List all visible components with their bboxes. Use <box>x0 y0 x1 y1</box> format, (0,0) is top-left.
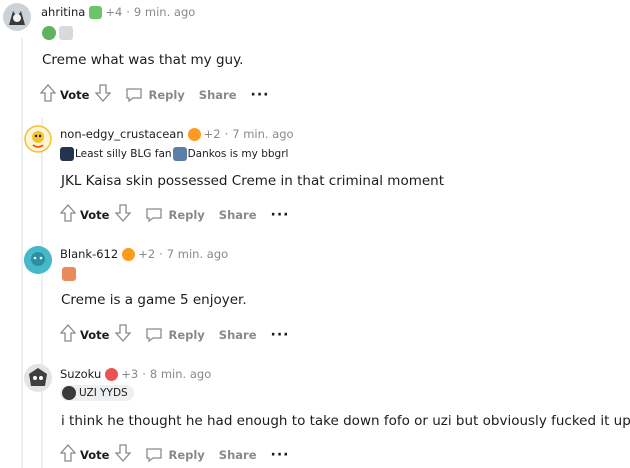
separator: · <box>142 367 146 381</box>
upvote-icon[interactable] <box>39 84 57 105</box>
share-button[interactable]: Share <box>219 328 257 342</box>
comment-body: Creme what was that my guy. <box>42 52 244 68</box>
flair-pill: UZI YYDS <box>60 385 134 401</box>
upvote-icon[interactable] <box>59 324 77 345</box>
share-button[interactable]: Share <box>219 208 257 222</box>
reply-button[interactable]: Reply <box>145 207 205 223</box>
reply-label: Reply <box>148 87 185 102</box>
reply-label: Reply <box>168 327 205 342</box>
author-name[interactable]: ahritina <box>41 5 85 19</box>
comment-body: Creme is a game 5 enjoyer. <box>61 292 247 308</box>
more-options-button[interactable]: ··· <box>271 327 290 343</box>
comment-actions: Vote Reply Share ··· <box>39 84 270 105</box>
flair-cat-icon <box>59 26 73 40</box>
score: +2 <box>203 127 221 141</box>
avatar[interactable] <box>3 3 31 31</box>
avatar[interactable] <box>24 246 52 274</box>
award-icon <box>89 5 103 19</box>
author-name[interactable]: Blank-612 <box>60 247 118 261</box>
user-flair <box>42 26 74 40</box>
author-name[interactable]: non-edgy_crustacean <box>60 127 184 141</box>
more-options-button[interactable]: ··· <box>271 207 290 223</box>
comment-header: Blank-612 +2 · 7 min. ago <box>60 247 228 261</box>
award-icon <box>122 247 136 261</box>
downvote-icon[interactable] <box>115 444 132 465</box>
comment-1: ahritina +4 · 9 min. ago Creme what was … <box>0 0 630 118</box>
share-button[interactable]: Share <box>199 88 237 102</box>
timestamp[interactable]: 7 min. ago <box>232 127 293 141</box>
award-icon <box>105 367 119 381</box>
avatar[interactable] <box>24 125 52 153</box>
flair-emoji-icon <box>42 26 56 40</box>
comment-actions: Vote Reply Share ··· <box>59 444 290 465</box>
vote-count: Vote <box>80 447 110 462</box>
more-options-button[interactable]: ··· <box>251 87 270 103</box>
comment-4: Suzoku +3 · 8 min. ago UZI YYDS i think … <box>0 358 630 468</box>
reply-icon <box>146 327 163 342</box>
more-options-button[interactable]: ··· <box>271 447 290 463</box>
vote-count: Vote <box>60 87 90 102</box>
score: +4 <box>105 5 123 19</box>
flair-text-1: Least silly BLG fan <box>75 148 172 160</box>
reply-button[interactable]: Reply <box>125 87 185 103</box>
timestamp[interactable]: 8 min. ago <box>150 367 211 381</box>
downvote-icon[interactable] <box>115 324 132 345</box>
reply-label: Reply <box>168 207 205 222</box>
flair-text-2: Dankos is my bbgrl <box>187 148 289 160</box>
flair-emoji-icon <box>62 267 76 281</box>
comment-3: Blank-612 +2 · 7 min. ago Creme is a gam… <box>0 238 630 358</box>
upvote-icon[interactable] <box>59 204 77 225</box>
author-name[interactable]: Suzoku <box>60 367 101 381</box>
reply-button[interactable]: Reply <box>145 447 205 463</box>
reply-icon <box>126 87 143 102</box>
avatar[interactable] <box>24 364 52 392</box>
upvote-icon[interactable] <box>59 444 77 465</box>
comment-header: Suzoku +3 · 8 min. ago <box>60 367 211 381</box>
vote-count: Vote <box>80 207 110 222</box>
separator: · <box>159 247 163 261</box>
flair-text: UZI YYDS <box>79 387 128 399</box>
vote-count: Vote <box>80 327 110 342</box>
downvote-icon[interactable] <box>115 204 132 225</box>
comment-body: i think he thought he had enough to take… <box>61 413 630 429</box>
comment-actions: Vote Reply Share ··· <box>59 204 290 225</box>
user-flair <box>62 267 77 281</box>
team-logo-icon <box>172 147 187 161</box>
blg-logo-icon <box>60 147 74 161</box>
timestamp[interactable]: 9 min. ago <box>134 5 195 19</box>
separator: · <box>224 127 229 141</box>
user-flair: Least silly BLG fan Dankos is my bbgrl <box>60 147 288 161</box>
timestamp[interactable]: 7 min. ago <box>167 247 228 261</box>
score: +3 <box>121 367 139 381</box>
user-flair: UZI YYDS <box>60 385 134 401</box>
comment-body: JKL Kaisa skin possessed Creme in that c… <box>61 173 445 189</box>
comment-2: non-edgy_crustacean +2 · 7 min. ago Leas… <box>0 118 630 238</box>
score: +2 <box>138 247 156 261</box>
share-button[interactable]: Share <box>219 448 257 462</box>
team-logo-icon <box>62 386 76 400</box>
award-icon <box>187 127 201 141</box>
reply-icon <box>146 207 163 222</box>
comment-header: non-edgy_crustacean +2 · 7 min. ago <box>60 127 294 141</box>
comment-header: ahritina +4 · 9 min. ago <box>41 5 195 19</box>
reply-button[interactable]: Reply <box>145 327 205 343</box>
downvote-icon[interactable] <box>95 84 112 105</box>
separator: · <box>126 5 130 19</box>
reply-icon <box>146 447 163 462</box>
comment-actions: Vote Reply Share ··· <box>59 324 290 345</box>
reply-label: Reply <box>168 447 205 462</box>
